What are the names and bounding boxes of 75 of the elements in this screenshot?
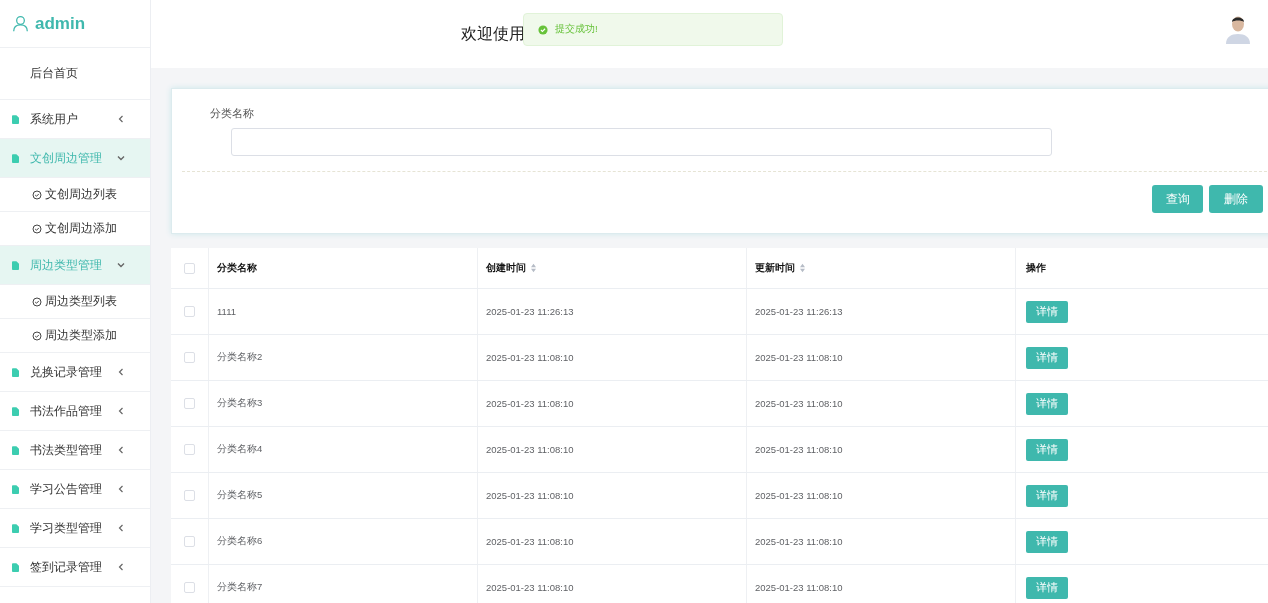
column-header: 操作 bbox=[1026, 261, 1046, 275]
table-cell: 2025-01-23 11:08:10 bbox=[486, 444, 574, 455]
user-icon bbox=[12, 15, 29, 32]
table-cell: 分类名称4 bbox=[217, 443, 263, 456]
checkbox[interactable] bbox=[184, 536, 195, 547]
welcome-title: 欢迎使用 bbox=[461, 23, 525, 44]
sidebar-item[interactable]: 兑换记录管理 bbox=[0, 353, 150, 392]
chevron-left-icon bbox=[116, 114, 126, 124]
checkbox[interactable] bbox=[184, 398, 195, 409]
table-cell: 2025-01-23 11:08:10 bbox=[755, 444, 843, 455]
chevron-left-icon bbox=[116, 367, 126, 377]
table-cell: 2025-01-23 11:26:13 bbox=[755, 306, 843, 317]
checkbox[interactable] bbox=[184, 582, 195, 593]
table-cell: 2025-01-23 11:08:10 bbox=[486, 582, 574, 593]
checkbox[interactable] bbox=[184, 490, 195, 501]
chevron-down-icon bbox=[116, 260, 126, 270]
table-cell: 分类名称6 bbox=[217, 535, 263, 548]
table-cell: 2025-01-23 11:08:10 bbox=[755, 352, 843, 363]
document-icon bbox=[12, 260, 19, 270]
table-cell: 2025-01-23 11:08:10 bbox=[755, 536, 843, 547]
checkbox[interactable] bbox=[184, 262, 195, 274]
field-label: 分类名称 bbox=[210, 107, 255, 121]
sidebar-item[interactable]: 学习类型管理 bbox=[0, 509, 150, 548]
table-cell: 2025-01-23 11:08:10 bbox=[755, 582, 843, 593]
check-circle-icon bbox=[538, 24, 548, 35]
check-circle-icon bbox=[32, 223, 42, 234]
table-cell: 2025-01-23 11:08:10 bbox=[486, 352, 574, 363]
table-cell: 分类名称2 bbox=[217, 351, 263, 364]
avatar[interactable] bbox=[1225, 14, 1251, 44]
sidebar-item[interactable]: 后台首页 bbox=[0, 48, 150, 100]
document-icon bbox=[12, 367, 19, 377]
document-icon bbox=[12, 153, 19, 163]
table-cell: 分类名称7 bbox=[217, 581, 263, 594]
chevron-left-icon bbox=[116, 562, 126, 572]
sidebar-item[interactable]: 签到记录管理 bbox=[0, 548, 150, 587]
chevron-left-icon bbox=[116, 406, 126, 416]
check-circle-icon bbox=[32, 189, 42, 200]
submenu-item[interactable]: 文创周边列表 bbox=[0, 178, 150, 212]
table-cell: 分类名称5 bbox=[217, 489, 263, 502]
sort-icon[interactable] bbox=[530, 263, 537, 273]
document-icon bbox=[12, 445, 19, 455]
checkbox[interactable] bbox=[184, 444, 195, 455]
input-field[interactable] bbox=[231, 128, 1052, 156]
column-header: 创建时间 bbox=[486, 261, 526, 275]
table-cell: 1111 bbox=[217, 306, 237, 317]
table-cell: 2025-01-23 11:08:10 bbox=[486, 398, 574, 409]
table-cell: 2025-01-23 11:08:10 bbox=[755, 490, 843, 501]
chevron-down-icon bbox=[116, 153, 126, 163]
chevron-left-icon bbox=[116, 523, 126, 533]
table-cell: 分类名称3 bbox=[217, 397, 263, 410]
table-cell: 2025-01-23 11:26:13 bbox=[486, 306, 574, 317]
toast-message: 提交成功! bbox=[555, 23, 598, 36]
column-header: 分类名称 bbox=[217, 261, 257, 275]
submenu-item[interactable]: 周边类型列表 bbox=[0, 285, 150, 319]
document-icon bbox=[12, 484, 19, 494]
checkbox[interactable] bbox=[184, 352, 195, 363]
table-cell: 2025-01-23 11:08:10 bbox=[755, 398, 843, 409]
sidebar-item[interactable]: 书法作品管理 bbox=[0, 392, 150, 431]
table-cell: 2025-01-23 11:08:10 bbox=[486, 536, 574, 547]
submenu-item[interactable]: 周边类型添加 bbox=[0, 319, 150, 353]
chevron-left-icon bbox=[116, 484, 126, 494]
sidebar-item[interactable]: 书法类型管理 bbox=[0, 431, 150, 470]
document-icon bbox=[12, 406, 19, 416]
username: admin bbox=[35, 13, 86, 34]
sidebar-item[interactable]: 学习公告管理 bbox=[0, 470, 150, 509]
checkbox[interactable] bbox=[184, 306, 195, 317]
document-icon bbox=[12, 114, 19, 124]
chevron-left-icon bbox=[116, 445, 126, 455]
document-icon bbox=[12, 523, 19, 533]
column-header: 更新时间 bbox=[755, 261, 795, 275]
table-cell: 2025-01-23 11:08:10 bbox=[486, 490, 574, 501]
sort-icon[interactable] bbox=[799, 263, 806, 273]
check-circle-icon bbox=[32, 330, 42, 341]
check-circle-icon bbox=[32, 296, 42, 307]
document-icon bbox=[12, 562, 19, 572]
